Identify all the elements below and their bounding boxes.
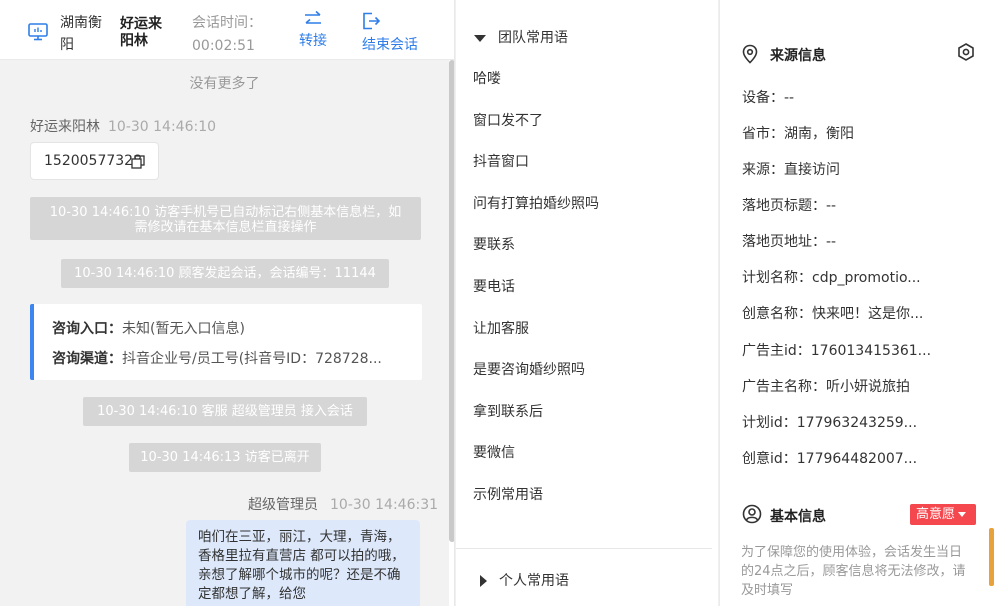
source-info-row: 计划名称：cdp_promotio... [742, 270, 921, 286]
transfer-icon [305, 10, 321, 24]
consult-entry-row: 咨询入口：未知(暂无入口信息) [52, 318, 245, 338]
info-panel: 来源信息 设备：-- 省市：湖南，衡阳 来源：直接访问 落地页标题：-- 落地页… [719, 0, 994, 606]
source-info-row: 计划id：177963243259... [742, 415, 918, 431]
consult-channel-row: 咨询渠道：抖音企业号/员工号(抖音号ID：728728... [52, 348, 382, 368]
visitor-message-text: 15200577328 [44, 153, 142, 169]
source-info-row: 落地页地址：-- [742, 234, 837, 250]
source-info-row: 创意id：177964482007... [742, 451, 918, 467]
edit-notice: 为了保障您的使用体验，会话发生当日的24点之后，顾客信息将无法修改，请及时填写 [741, 545, 966, 598]
message-time: 10-30 14:46:10 [108, 119, 217, 135]
system-tip: 10-30 14:46:13 访客已离开 [129, 443, 321, 472]
transfer-label: 转接 [299, 33, 327, 49]
divider [456, 548, 712, 549]
quick-reply-item[interactable]: 要联系 [473, 234, 515, 254]
basic-info-title: 基本信息 [770, 509, 826, 525]
visitor-message-meta: 好运来阳林 10-30 14:46:10 [30, 116, 216, 136]
visitor-name: 好运来阳林 [120, 16, 162, 49]
quick-reply-item[interactable]: 要微信 [473, 442, 515, 462]
end-session-label: 结束会话 [362, 37, 418, 53]
exit-icon [363, 12, 380, 30]
source-info-row: 创意名称：快来吧！这是你... [742, 306, 924, 322]
quick-reply-item[interactable]: 示例常用语 [473, 484, 543, 504]
intent-level-dropdown[interactable]: 高意愿 [910, 504, 976, 525]
transfer-button[interactable]: 转接 [296, 10, 330, 50]
message-sender: 超级管理员 [248, 497, 318, 513]
copy-icon[interactable] [131, 155, 145, 169]
consult-entry-value: 未知(暂无入口信息) [122, 321, 245, 337]
quick-reply-item[interactable]: 问有打算拍婚纱照吗 [473, 193, 599, 213]
agent-message-meta: 超级管理员 10-30 14:46:31 [248, 494, 438, 514]
monitor-icon [28, 23, 48, 41]
agent-message-bubble: 咱们在三亚，丽江，大理，青海， 香格里拉有直营店 都可以拍的哦，亲想了解哪个城市… [186, 520, 420, 606]
settings-icon[interactable] [957, 43, 975, 61]
no-more-label: 没有更多了 [189, 76, 260, 92]
quick-reply-item[interactable]: 让加客服 [473, 318, 529, 338]
consult-entry-label: 咨询入口： [52, 321, 122, 337]
quick-reply-item[interactable]: 拿到联系后 [473, 401, 543, 421]
system-tip: 10-30 14:46:10 客服 超级管理员 接入会话 [83, 397, 367, 426]
system-tip: 10-30 14:46:10 访客手机号已自动标记右侧基本信息栏，如需修改请在基… [30, 197, 421, 240]
personal-phrases-label: 个人常用语 [499, 573, 569, 589]
consult-info-card: 咨询入口：未知(暂无入口信息) 咨询渠道：抖音企业号/员工号(抖音号ID：728… [30, 304, 422, 380]
source-info-row: 落地页标题：-- [742, 198, 837, 214]
message-time: 10-30 14:46:31 [330, 497, 439, 513]
location-pin-icon [742, 44, 758, 64]
chevron-down-icon [958, 512, 967, 517]
session-time-label: 会话时间： [192, 15, 262, 31]
intent-level-label: 高意愿 [916, 507, 956, 522]
source-info-row: 设备：-- [742, 90, 795, 106]
chat-messages[interactable]: 没有更多了 好运来阳林 10-30 14:46:10 15200577328 10… [0, 60, 449, 606]
source-info-title: 来源信息 [770, 48, 826, 64]
visitor-location: 湖南衡阳 [60, 15, 102, 53]
source-info-row: 广告主名称：听小妍说旅拍 [742, 379, 910, 395]
visitor-message-bubble: 15200577328 [30, 142, 159, 180]
team-phrases-label: 团队常用语 [498, 30, 568, 46]
team-phrases-toggle[interactable]: 团队常用语 [474, 27, 568, 47]
quick-reply-item[interactable]: 要电话 [473, 276, 515, 296]
quick-reply-item[interactable]: 是要咨询婚纱照吗 [473, 359, 585, 379]
end-session-button[interactable]: 结束会话 [362, 12, 418, 54]
quick-reply-item[interactable]: 哈喽 [473, 68, 501, 88]
user-circle-icon [742, 504, 762, 524]
caret-down-icon [474, 34, 486, 42]
side-widget-tab[interactable] [989, 528, 994, 586]
chat-panel: 湖南衡阳 好运来阳林 会话时间： 00:02:51 转接 结束会话 没有更多了 … [0, 0, 455, 606]
source-info-row: 省市：湖南，衡阳 [742, 126, 854, 142]
caret-right-icon [480, 575, 487, 587]
source-info-row: 来源：直接访问 [742, 162, 840, 178]
consult-channel-value: 抖音企业号/员工号(抖音号ID：728728... [122, 351, 382, 367]
quick-reply-panel: 团队常用语 哈喽 窗口发不了 抖音窗口 问有打算拍婚纱照吗 要联系 要电话 让加… [456, 0, 718, 606]
system-tip: 10-30 14:46:10 顾客发起会话，会话编号：11144 [61, 259, 389, 288]
personal-phrases-toggle[interactable]: 个人常用语 [480, 570, 569, 590]
source-info-row: 广告主id：176013415361... [742, 343, 932, 359]
session-time: 00:02:51 [192, 38, 255, 54]
consult-channel-label: 咨询渠道： [52, 351, 122, 367]
message-sender: 好运来阳林 [30, 119, 100, 135]
quick-reply-item[interactable]: 抖音窗口 [473, 151, 529, 171]
quick-reply-item[interactable]: 窗口发不了 [473, 110, 543, 130]
chat-scrollbar[interactable] [449, 60, 454, 542]
chat-header: 湖南衡阳 好运来阳林 会话时间： 00:02:51 转接 结束会话 [0, 0, 454, 60]
